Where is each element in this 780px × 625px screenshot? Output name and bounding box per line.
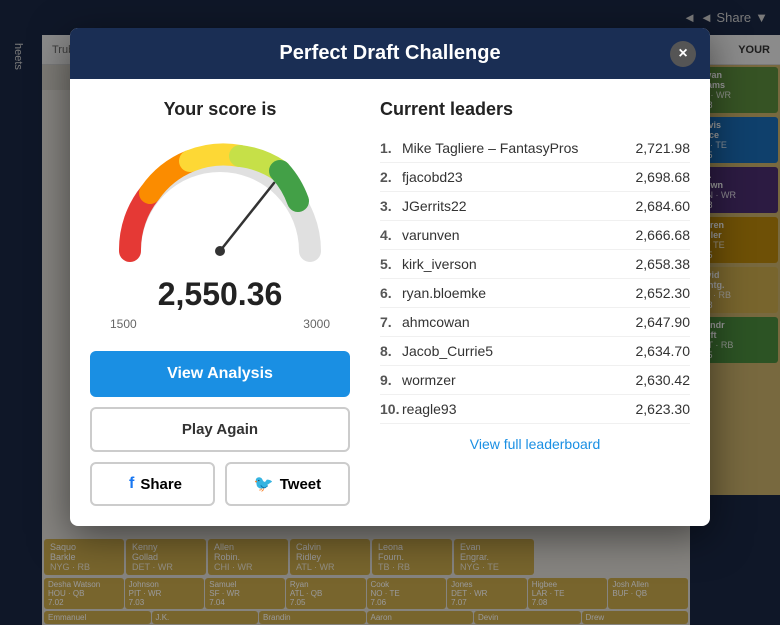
leaderboard-player-score: 2,652.30 <box>636 285 691 301</box>
gauge-min-label: 1500 <box>110 317 137 331</box>
score-section: Your score is <box>90 99 350 506</box>
leaderboard-item: 10. reagle93 2,623.30 <box>380 395 690 424</box>
gauge-svg <box>110 136 330 266</box>
leaderboard-player-score: 2,630.42 <box>636 372 691 388</box>
leaderboard-player-name: Mike Tagliere – FantasyPros <box>402 140 636 156</box>
view-full-leaderboard-link[interactable]: View full leaderboard <box>470 436 601 452</box>
score-title: Your score is <box>164 99 277 120</box>
modal-body: Your score is <box>70 79 710 526</box>
leaderboard-player-score: 2,658.38 <box>636 256 691 272</box>
leaderboard-player-score: 2,647.90 <box>636 314 691 330</box>
view-leaderboard-link-container: View full leaderboard <box>380 436 690 454</box>
gauge-labels: 1500 3000 <box>110 317 330 331</box>
leaderboard-item: 1. Mike Tagliere – FantasyPros 2,721.98 <box>380 134 690 163</box>
social-buttons-row:  f Share 🐦 Tweet <box>90 462 350 506</box>
fb-f-icon: f <box>129 475 134 493</box>
leaderboard-player-name: fjacobd23 <box>402 169 636 185</box>
leaderboard-item: 9. wormzer 2,630.42 <box>380 366 690 395</box>
leaderboard-player-score: 2,623.30 <box>636 401 691 417</box>
leaderboard-player-score: 2,684.60 <box>636 198 691 214</box>
leaderboard-rank: 9. <box>380 372 402 388</box>
leaderboard-item: 6. ryan.bloemke 2,652.30 <box>380 279 690 308</box>
leaderboard-rank: 6. <box>380 285 402 301</box>
leaderboard-player-name: Jacob_Currie5 <box>402 343 636 359</box>
leaderboard-item: 8. Jacob_Currie5 2,634.70 <box>380 337 690 366</box>
facebook-share-button[interactable]:  f Share <box>90 462 215 506</box>
close-button[interactable]: × <box>670 41 696 67</box>
twitter-tweet-button[interactable]: 🐦 Tweet <box>225 462 350 506</box>
leaderboard-rank: 10. <box>380 401 402 417</box>
leaderboard-player-score: 2,698.68 <box>636 169 691 185</box>
leaderboard-player-name: wormzer <box>402 372 636 388</box>
play-again-button[interactable]: Play Again <box>90 407 350 452</box>
leaderboard-list: 1. Mike Tagliere – FantasyPros 2,721.98 … <box>380 134 690 424</box>
leaderboard-rank: 2. <box>380 169 402 185</box>
leaderboard-player-name: varunven <box>402 227 636 243</box>
twitter-icon: 🐦 <box>254 474 274 494</box>
tweet-label: Tweet <box>280 476 321 493</box>
leaderboard-rank: 7. <box>380 314 402 330</box>
gauge-container <box>110 136 330 266</box>
leaderboard-item: 7. ahmcowan 2,647.90 <box>380 308 690 337</box>
leaderboard-rank: 4. <box>380 227 402 243</box>
leaderboard-rank: 5. <box>380 256 402 272</box>
leaderboard-player-score: 2,721.98 <box>636 140 691 156</box>
leaderboard-player-name: JGerrits22 <box>402 198 636 214</box>
leaderboard-player-score: 2,634.70 <box>636 343 691 359</box>
leaderboard-player-score: 2,666.68 <box>636 227 691 243</box>
leaderboard-player-name: ryan.bloemke <box>402 285 636 301</box>
leaderboard-player-name: reagle93 <box>402 401 636 417</box>
modal-dialog: Perfect Draft Challenge × Your score is <box>70 28 710 526</box>
leaderboard-rank: 1. <box>380 140 402 156</box>
leaderboard-rank: 8. <box>380 343 402 359</box>
leaderboard-player-name: kirk_iverson <box>402 256 636 272</box>
leaderboard-item: 2. fjacobd23 2,698.68 <box>380 163 690 192</box>
leaderboard-rank: 3. <box>380 198 402 214</box>
leaderboard-section: Current leaders 1. Mike Tagliere – Fanta… <box>380 99 690 506</box>
leaderboard-title: Current leaders <box>380 99 690 120</box>
leaderboard-item: 5. kirk_iverson 2,658.38 <box>380 250 690 279</box>
view-analysis-button[interactable]: View Analysis <box>90 351 350 397</box>
score-value: 2,550.36 <box>158 276 283 313</box>
modal-header: Perfect Draft Challenge × <box>70 28 710 79</box>
leaderboard-player-name: ahmcowan <box>402 314 636 330</box>
share-label: Share <box>140 476 182 493</box>
gauge-max-label: 3000 <box>303 317 330 331</box>
leaderboard-item: 4. varunven 2,666.68 <box>380 221 690 250</box>
leaderboard-item: 3. JGerrits22 2,684.60 <box>380 192 690 221</box>
modal-title: Perfect Draft Challenge <box>279 42 500 64</box>
